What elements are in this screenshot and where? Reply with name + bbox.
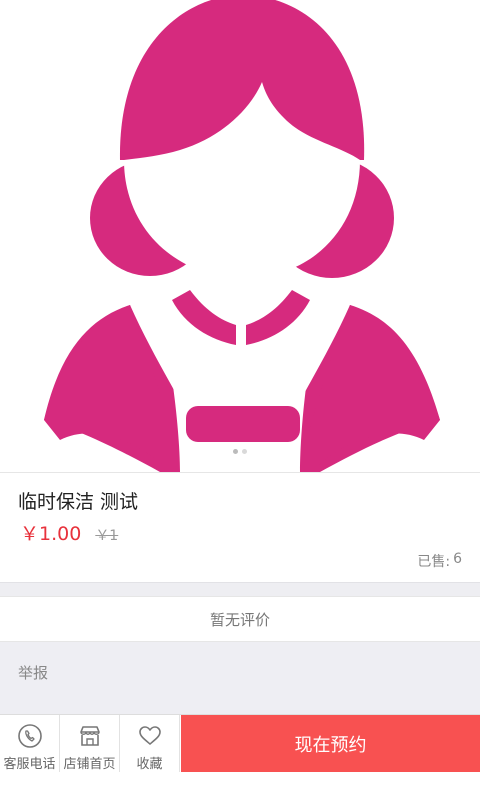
- report-link[interactable]: 举报: [18, 662, 48, 683]
- store-home-button[interactable]: 店铺首页: [60, 715, 120, 773]
- sold-count: 已售: 6: [417, 551, 462, 571]
- store-icon: [79, 726, 100, 746]
- section-divider: [0, 582, 480, 596]
- price-row: ￥1.00 ￥1: [20, 519, 118, 546]
- housekeeper-avatar-illustration: [44, 0, 440, 472]
- service-phone-button[interactable]: 客服电话: [0, 715, 60, 773]
- carousel-dot-active[interactable]: [233, 449, 238, 454]
- book-now-button[interactable]: 现在预约: [181, 715, 480, 773]
- heart-icon: [138, 726, 161, 745]
- product-info-card: 临时保洁 测试 ￥1.00 ￥1 已售: 6: [0, 472, 480, 582]
- bottom-action-bar: 客服电话 店铺首页 收藏 现在预约: [0, 714, 480, 773]
- sold-value: 6: [453, 551, 462, 567]
- product-image-carousel[interactable]: [0, 0, 480, 472]
- favorite-label: 收藏: [136, 757, 163, 772]
- carousel-dot[interactable]: [242, 449, 247, 454]
- current-price: ￥1.00: [20, 523, 82, 545]
- reviews-empty-state: 暂无评价: [0, 596, 480, 642]
- service-phone-label: 客服电话: [3, 757, 56, 772]
- carousel-indicator: [0, 449, 480, 454]
- product-title: 临时保洁 测试: [18, 491, 139, 513]
- report-section: 举报: [0, 642, 480, 714]
- bottom-safe-area: [0, 772, 480, 800]
- phone-icon: [17, 724, 42, 748]
- favorite-button[interactable]: 收藏: [120, 715, 180, 773]
- sold-label: 已售:: [417, 554, 451, 570]
- original-price: ￥1: [95, 528, 119, 544]
- store-home-label: 店铺首页: [63, 757, 116, 772]
